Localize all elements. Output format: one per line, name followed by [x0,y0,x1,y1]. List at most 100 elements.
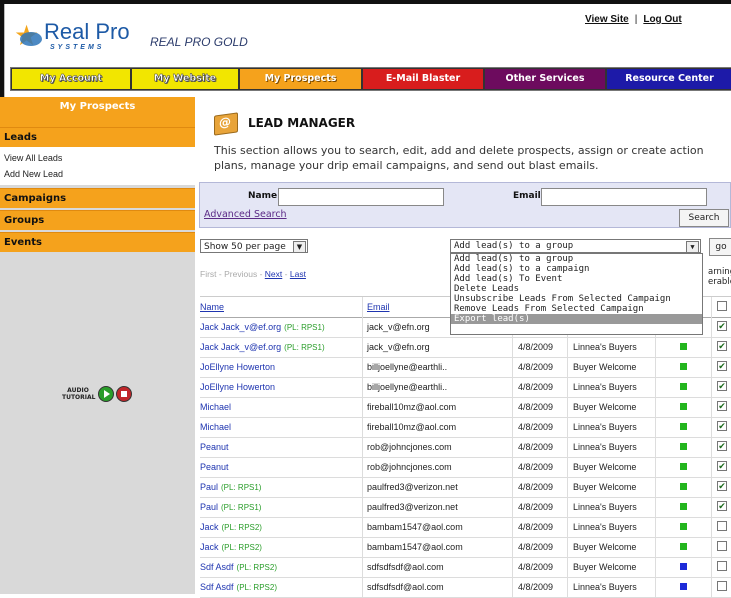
lead-email: rob@johncjones.com [362,457,512,477]
lead-select-checkbox[interactable] [717,521,727,531]
sidebar-item-groups[interactable]: Groups [0,210,195,230]
lead-name: Jack [200,522,219,532]
lead-name-link[interactable]: Peanut [200,457,356,477]
lead-select-checkbox[interactable] [717,441,727,451]
dropdown-option[interactable]: Add lead(s) to a campaign [451,264,702,274]
lead-name-link[interactable]: JoEllyne Howerton [200,377,356,397]
lead-campaign: Buyer Welcome [567,357,655,377]
dropdown-option[interactable]: Unsubscribe Leads From Selected Campaign [451,294,702,304]
lead-name-link[interactable]: JoEllyne Howerton [200,357,356,377]
status-indicator-icon [680,443,687,450]
lead-email: paulfred3@verizon.net [362,477,512,497]
real-pro-logo[interactable]: ★ Real Pro SYSTEMS [14,20,142,54]
tab-my-website[interactable]: My Website [132,69,238,89]
status-indicator-icon [680,383,687,390]
dropdown-option[interactable]: Remove Leads From Selected Campaign [451,304,702,314]
lead-status-cell [655,397,712,417]
lead-pl-tag: (PL: RPS1) [284,323,325,332]
pager-sep: - [218,269,222,279]
lead-name-link[interactable]: Jack Jack_v@ef.org (PL: RPS1) [200,317,356,337]
search-button[interactable]: Search [679,209,729,227]
stop-icon[interactable] [116,386,132,402]
sidebar-item-events[interactable]: Events [0,232,195,252]
name-search-input[interactable] [278,188,444,206]
lead-name: Jack Jack_v@ef.org [200,342,282,352]
bulk-action-select[interactable]: Add lead(s) to a group ▼ [450,239,701,253]
pager-next-link[interactable]: Next [265,269,282,279]
status-indicator-icon [680,423,687,430]
lead-select-checkbox[interactable] [717,381,727,391]
lead-email: billjoellyne@earthli.. [362,357,512,377]
main-nav: My Account My Website My Prospects E-Mai… [10,67,731,91]
per-page-value: Show 50 per page [204,242,286,252]
tab-my-prospects[interactable]: My Prospects [240,69,361,89]
table-row: Jack Jack_v@ef.org (PL: RPS1) jack_v@efn.o… [200,337,731,358]
lead-name-link[interactable]: Paul (PL: RPS1) [200,497,356,517]
pager-last-link[interactable]: Last [290,269,306,279]
lead-select-checkbox[interactable] [717,541,727,551]
tab-resource-center[interactable]: Resource Center [607,69,731,89]
lead-select-checkbox[interactable] [717,361,727,371]
lead-campaign: Buyer Welcome [567,537,655,557]
lead-campaign: Buyer Welcome [567,557,655,577]
lead-campaign: Linnea's Buyers [567,497,655,517]
tab-my-account[interactable]: My Account [12,69,130,89]
sidebar-link-add-new-lead[interactable]: Add New Lead [4,169,63,179]
lead-name-link[interactable]: Jack Jack_v@ef.org (PL: RPS1) [200,337,356,357]
tab-other-services[interactable]: Other Services [485,69,605,89]
name-column-header[interactable]: Name [200,297,356,317]
per-page-select[interactable]: Show 50 per page ▼ [200,239,308,253]
lead-name-link[interactable]: Michael [200,397,356,417]
lead-pl-tag: (PL: RPS1) [284,343,325,352]
lead-select-cell [711,577,731,597]
lead-select-checkbox[interactable] [717,461,727,471]
dropdown-option[interactable]: Add lead(s) to a group [451,254,702,264]
lead-name-link[interactable]: Jack (PL: RPS2) [200,517,356,537]
lead-pl-tag: (PL: RPS1) [221,503,262,512]
go-button[interactable]: go [709,238,731,256]
table-row: Paul (PL: RPS1) paulfred3@verizon.net 4/8/2… [200,497,731,518]
sidebar-header: My Prospects [0,97,195,127]
lead-status-cell [655,337,712,357]
truncated-header-line: arning [708,267,731,277]
search-panel: Name Email Advanced Search Search [199,182,731,228]
lead-select-checkbox[interactable] [717,341,727,351]
pager-previous: Previous [224,269,258,279]
lead-name-link[interactable]: Peanut [200,437,356,457]
lead-email: paulfred3@verizon.net [362,497,512,517]
lead-pl-tag: (PL: RPS1) [221,483,262,492]
dropdown-option[interactable]: Delete Leads [451,284,702,294]
bulk-action-dropdown: Add lead(s) to a group Add lead(s) to a … [450,253,703,335]
logo-wordmark: Real Pro [44,19,130,44]
lead-select-checkbox[interactable] [717,321,727,331]
logout-link[interactable]: Log Out [643,14,681,25]
email-search-input[interactable] [541,188,707,206]
lead-name-link[interactable]: Paul (PL: RPS1) [200,477,356,497]
lead-name: Jack [200,542,219,552]
lead-name-link[interactable]: Sdf Asdf (PL: RPS2) [200,577,356,597]
sidebar-leads-submenu: View All Leads Add New Lead [0,147,195,185]
status-indicator-icon [680,583,687,590]
lead-name-link[interactable]: Jack (PL: RPS2) [200,537,356,557]
lead-select-checkbox[interactable] [717,501,727,511]
pager-sep: - [259,269,263,279]
sidebar-link-view-all-leads[interactable]: View All Leads [4,153,62,163]
view-site-link[interactable]: View Site [585,14,629,25]
sidebar-item-leads[interactable]: Leads [0,127,195,147]
lead-select-checkbox[interactable] [717,421,727,431]
lead-select-checkbox[interactable] [717,561,727,571]
dropdown-option[interactable]: Add lead(s) To Event [451,274,702,284]
lead-date: 4/8/2009 [512,357,567,377]
dropdown-option-highlighted[interactable]: Export lead(s) [451,314,702,324]
sidebar-item-campaigns[interactable]: Campaigns [0,188,195,208]
lead-select-checkbox[interactable] [717,481,727,491]
play-icon[interactable] [98,386,114,402]
lead-name-link[interactable]: Sdf Asdf (PL: RPS2) [200,557,356,577]
advanced-search-link[interactable]: Advanced Search [204,209,287,220]
lead-select-checkbox[interactable] [717,401,727,411]
tab-email-blaster[interactable]: E-Mail Blaster [363,69,483,89]
lead-select-checkbox[interactable] [717,581,727,591]
lead-name-link[interactable]: Michael [200,417,356,437]
select-all-checkbox[interactable] [717,301,727,311]
pager-first: First [200,269,217,279]
